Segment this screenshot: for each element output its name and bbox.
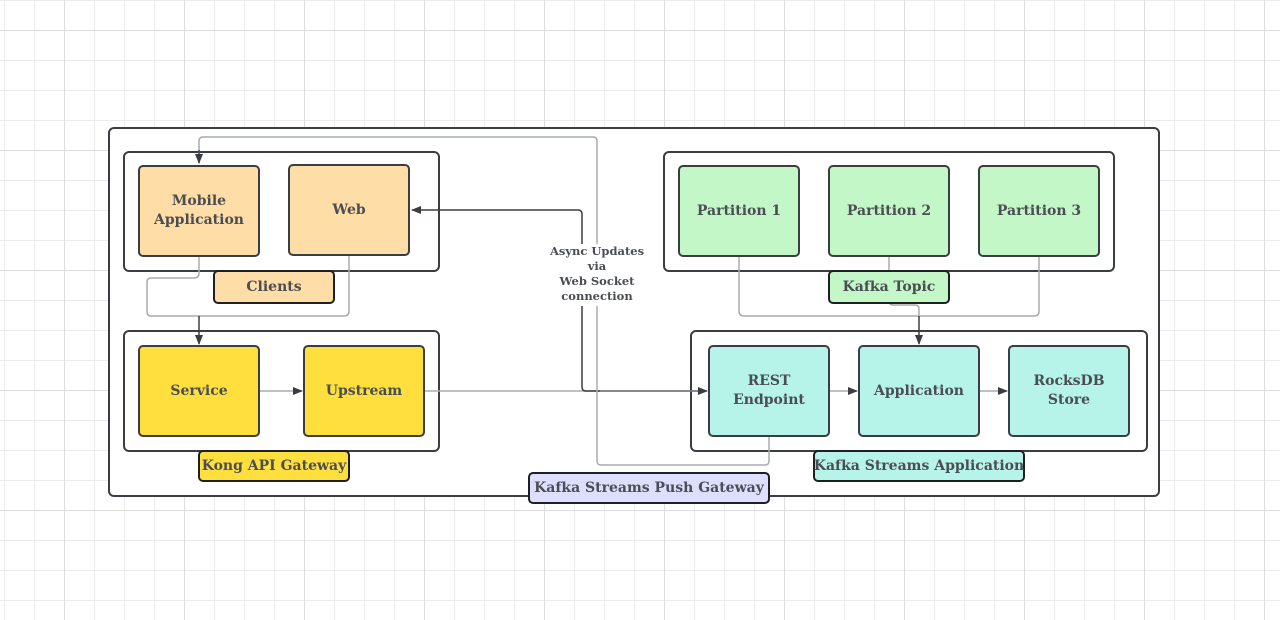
connectors — [146, 136, 1040, 466]
rocksdb-store-node[interactable]: RocksDB Store — [1008, 345, 1130, 437]
web-node[interactable]: Web — [288, 164, 410, 256]
upstream-node[interactable]: Upstream — [303, 345, 425, 437]
partition-1-node[interactable]: Partition 1 — [678, 165, 800, 257]
mobile-application-node[interactable]: Mobile Application — [138, 165, 260, 257]
application-node[interactable]: Application — [858, 345, 980, 437]
kafka-streams-push-gateway-label: Kafka Streams Push Gateway — [528, 472, 770, 504]
partition-3-node[interactable]: Partition 3 — [978, 165, 1100, 257]
rest-endpoint-node[interactable]: REST Endpoint — [708, 345, 830, 437]
async-updates-note: Async Updates via Web Socket connection — [548, 244, 646, 306]
clients-label: Clients — [213, 270, 335, 304]
kong-api-gateway-label: Kong API Gateway — [198, 450, 350, 482]
service-node[interactable]: Service — [138, 345, 260, 437]
partition-2-node[interactable]: Partition 2 — [828, 165, 950, 257]
kafka-streams-application-label: Kafka Streams Application — [813, 450, 1025, 482]
kafka-topic-label: Kafka Topic — [828, 270, 950, 304]
edge-mobile-service — [146, 257, 200, 317]
